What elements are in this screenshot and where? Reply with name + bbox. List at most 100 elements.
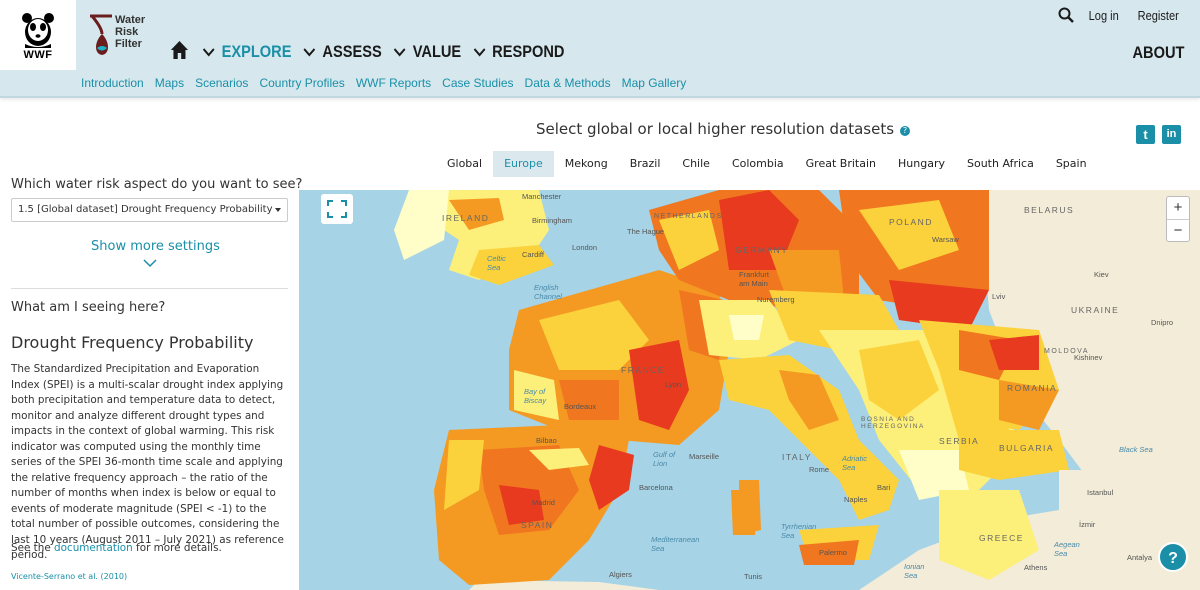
- tab-brazil[interactable]: Brazil: [619, 151, 672, 177]
- label-germany: GERMANY: [735, 245, 789, 255]
- subnav-maps[interactable]: Maps: [155, 76, 184, 90]
- label-dnipro: Dnipro: [1151, 318, 1174, 327]
- documentation-note: See the documentation for more details.: [11, 542, 222, 554]
- label-english-channel: English Channel: [534, 283, 562, 301]
- label-the-hague: The Hague: [627, 227, 665, 236]
- label-greece: GREECE: [979, 533, 1024, 543]
- about-link[interactable]: ABOUT: [1132, 43, 1184, 63]
- label-nuremberg: Nuremberg: [757, 295, 795, 304]
- docs-suffix: for more details.: [132, 542, 222, 554]
- search-icon[interactable]: [1058, 7, 1075, 23]
- label-mediterranean-sea: Mediterranean Sea: [651, 535, 700, 553]
- label-cardiff: Cardiff: [522, 250, 544, 259]
- tab-spain[interactable]: Spain: [1045, 151, 1098, 177]
- subnav-map-gallery[interactable]: Map Gallery: [622, 76, 687, 90]
- fullscreen-button[interactable]: [321, 194, 353, 224]
- label-birmingham: Birmingham: [532, 216, 573, 225]
- tab-mekong[interactable]: Mekong: [554, 151, 619, 177]
- label-bari: Bari: [877, 483, 891, 492]
- water-drop-icon: [90, 14, 112, 55]
- nav-assess[interactable]: ASSESS: [302, 42, 382, 62]
- label-madrid: Madrid: [532, 498, 555, 507]
- label-kiev: Kiev: [1094, 270, 1109, 279]
- help-button[interactable]: ?: [1158, 542, 1188, 572]
- tab-great-britain[interactable]: Great Britain: [795, 151, 887, 177]
- nav-explore-label: EXPLORE: [221, 42, 292, 61]
- wwf-logo-text: WWF: [23, 48, 53, 61]
- subnav-scenarios[interactable]: Scenarios: [195, 76, 248, 90]
- account-links: Log in Register: [1058, 7, 1182, 23]
- show-more-settings[interactable]: Show more settings: [91, 239, 220, 254]
- fullscreen-icon: [327, 200, 347, 218]
- label-adriatic-sea: Adriatic Sea: [842, 454, 868, 472]
- label-kishinev: Kishinev: [1074, 353, 1103, 362]
- label-antalya: Antalya: [1127, 553, 1153, 562]
- help-icon[interactable]: ?: [900, 126, 911, 136]
- nav-value[interactable]: VALUE: [392, 42, 461, 62]
- wwf-logo[interactable]: WWF: [0, 0, 76, 70]
- label-serbia: SERBIA: [939, 436, 980, 446]
- main-nav: EXPLORE ASSESS VALUE RESPOND: [170, 38, 575, 66]
- label-warsaw: Warsaw: [932, 235, 959, 244]
- label-athens: Athens: [1024, 563, 1048, 572]
- nav-assess-label: ASSESS: [322, 42, 382, 61]
- home-icon[interactable]: [170, 40, 189, 65]
- label-lyon: Lyon: [665, 380, 681, 389]
- linkedin-icon[interactable]: in: [1162, 125, 1181, 144]
- sub-nav: Introduction Maps Scenarios Country Prof…: [0, 70, 1200, 98]
- tab-chile[interactable]: Chile: [671, 151, 721, 177]
- risk-aspect-select[interactable]: 1.5 [Global dataset] Drought Frequency P…: [11, 198, 288, 222]
- panda-icon: [22, 12, 54, 48]
- label-gulf-of-lion: Gulf of Lion: [653, 450, 676, 468]
- documentation-link[interactable]: documentation: [54, 542, 133, 554]
- label-istanbul: Istanbul: [1087, 488, 1114, 497]
- indicator-title: Drought Frequency Probability: [11, 333, 254, 352]
- tab-colombia[interactable]: Colombia: [721, 151, 795, 177]
- label-ukraine: UKRAINE: [1071, 305, 1120, 315]
- tab-south-africa[interactable]: South Africa: [956, 151, 1045, 177]
- label-ionian-sea: Ionian Sea: [904, 562, 925, 580]
- nav-explore[interactable]: EXPLORE: [201, 42, 292, 62]
- chevron-down-icon: [202, 48, 215, 57]
- dataset-tabs: Global Europe Mekong Brazil Chile Colomb…: [436, 151, 1098, 177]
- nav-value-label: VALUE: [412, 42, 462, 61]
- login-link[interactable]: Log in: [1089, 8, 1119, 23]
- label-palermo: Palermo: [819, 548, 847, 557]
- subnav-data-methods[interactable]: Data & Methods: [525, 76, 611, 90]
- tab-europe[interactable]: Europe: [493, 151, 554, 177]
- label-tunis: Tunis: [744, 572, 763, 581]
- label-spain: SPAIN: [521, 520, 554, 530]
- label-poland: POLAND: [889, 217, 933, 227]
- caret-down-icon: [275, 208, 281, 212]
- zoom-control: + −: [1166, 196, 1190, 242]
- label-tyrrhenian-sea: Tyrrhenian Sea: [781, 522, 817, 540]
- subnav-wwf-reports[interactable]: WWF Reports: [356, 76, 431, 90]
- risk-map[interactable]: Manchester IRELAND Birmingham Cardiff Lo…: [299, 190, 1200, 590]
- label-marseille: Marseille: [689, 452, 720, 461]
- nav-respond-label: RESPOND: [492, 42, 565, 61]
- label-bay-of-biscay: Bay of Biscay: [524, 387, 547, 405]
- zoom-in-button[interactable]: +: [1167, 197, 1189, 219]
- subnav-case-studies[interactable]: Case Studies: [442, 76, 513, 90]
- register-link[interactable]: Register: [1137, 8, 1178, 23]
- water-risk-filter-logo[interactable]: Water Risk Filter: [86, 12, 156, 62]
- label-rome: Rome: [809, 465, 830, 474]
- zoom-out-button[interactable]: −: [1167, 220, 1189, 242]
- chevron-down-icon[interactable]: [143, 258, 157, 268]
- label-naples: Naples: [844, 495, 868, 504]
- label-ireland: IRELAND: [442, 213, 490, 223]
- citation-link[interactable]: Vicente-Serrano et al. (2010): [11, 572, 127, 581]
- label-izmir: İzmir: [1079, 520, 1096, 529]
- label-belarus: BELARUS: [1024, 205, 1075, 215]
- twitter-icon[interactable]: t: [1136, 125, 1155, 144]
- tab-global[interactable]: Global: [436, 151, 493, 177]
- label-france: FRANCE: [621, 365, 665, 375]
- label-bulgaria: BULGARIA: [999, 443, 1054, 453]
- subnav-introduction[interactable]: Introduction: [81, 76, 144, 90]
- tab-hungary[interactable]: Hungary: [887, 151, 956, 177]
- subnav-country-profiles[interactable]: Country Profiles: [259, 76, 344, 90]
- what-am-i-seeing: What am I seeing here?: [11, 300, 166, 315]
- label-barcelona: Barcelona: [639, 483, 673, 492]
- risk-aspect-question: Which water risk aspect do you want to s…: [11, 177, 303, 192]
- nav-respond[interactable]: RESPOND: [472, 42, 565, 62]
